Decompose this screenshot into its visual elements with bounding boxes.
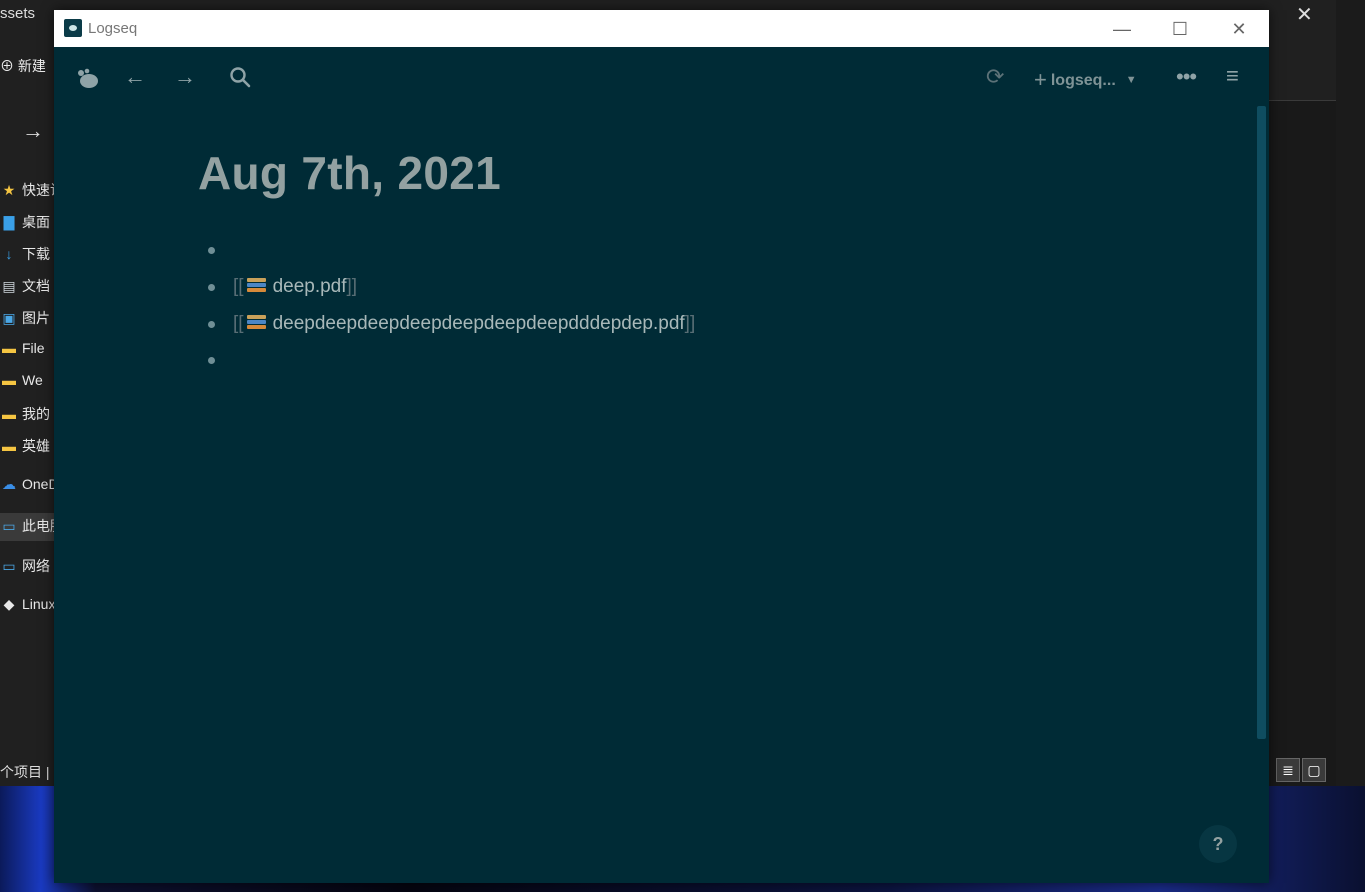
- explorer-close-icon[interactable]: ✕: [1296, 2, 1313, 27]
- nav-item-label: File: [22, 340, 45, 356]
- block-bullet[interactable]: [208, 357, 215, 364]
- nav-item[interactable]: ▣ 图片: [0, 308, 50, 328]
- plus-icon: +: [1034, 67, 1047, 92]
- page-title[interactable]: Aug 7th, 2021: [198, 146, 501, 200]
- nav-item-label: 图片: [22, 310, 50, 326]
- details-view-icon[interactable]: ≣: [1276, 758, 1300, 782]
- logseq-logo-icon[interactable]: [75, 66, 101, 96]
- window-titlebar: Logseq — ☐ ✕: [54, 10, 1269, 47]
- scrollbar[interactable]: [1257, 106, 1266, 739]
- nav-item-icon: ▭: [2, 518, 16, 534]
- nav-item-icon: ▭: [2, 558, 16, 574]
- close-icon[interactable]: ✕: [1216, 16, 1262, 42]
- nav-item[interactable]: ▬ 我的: [0, 404, 50, 424]
- logseq-window: Logseq — ☐ ✕ ← → ⟳ + logseq... ▼ ••• ≡ Aug…: [54, 10, 1269, 883]
- tiles-view-icon[interactable]: ▢: [1302, 758, 1326, 782]
- link-open-bracket: [[: [233, 276, 244, 297]
- new-button-label: 新建: [17, 58, 46, 74]
- nav-item-icon: ▣: [2, 310, 16, 326]
- window-title: Logseq: [88, 20, 138, 37]
- explorer-title: ssets: [0, 5, 36, 22]
- nav-item-icon: ▤: [2, 278, 16, 294]
- block-bullet[interactable]: [208, 247, 215, 254]
- books-icon: [246, 314, 266, 332]
- page-link[interactable]: deep.pdf: [273, 276, 347, 297]
- nav-item[interactable]: ▤ 文档: [0, 276, 50, 296]
- block-bullet[interactable]: [208, 284, 215, 291]
- nav-item-icon: ▇: [3, 214, 15, 230]
- status-bar: 个项目 |: [0, 764, 50, 780]
- nav-item-icon: ☁: [2, 476, 16, 492]
- forward-arrow-icon[interactable]: →: [22, 118, 44, 144]
- nav-item-label: 桌面: [22, 214, 50, 230]
- nav-item-icon: ▬: [2, 340, 16, 356]
- nav-item-icon: ▬: [2, 438, 16, 454]
- nav-item-label: 网络: [22, 558, 50, 574]
- minimize-icon[interactable]: —: [1099, 16, 1145, 42]
- nav-item[interactable]: ☁ OneD: [0, 476, 59, 493]
- maximize-icon[interactable]: ☐: [1157, 16, 1203, 42]
- nav-item-icon: ▬: [2, 406, 16, 422]
- nav-item[interactable]: ▬ We: [0, 372, 43, 388]
- link-close-bracket: ]]: [346, 276, 358, 297]
- plus-circle-icon: ⊕: [0, 58, 14, 74]
- new-button[interactable]: ⊕ 新建: [0, 56, 46, 76]
- logseq-app-icon: [64, 19, 82, 37]
- nav-item[interactable]: ↓ 下载: [0, 244, 51, 264]
- nav-item-label: Linux: [22, 596, 56, 612]
- menu-icon[interactable]: ≡: [1226, 65, 1239, 87]
- nav-item-label: 英雄: [22, 438, 50, 454]
- nav-item-icon: ★: [2, 182, 16, 198]
- nav-item-icon: ↓: [5, 246, 13, 262]
- books-icon: [246, 277, 266, 295]
- link-close-bracket: ]]: [684, 313, 696, 334]
- more-icon[interactable]: •••: [1176, 66, 1197, 88]
- explorer-content-pane: [1268, 100, 1336, 787]
- page-link[interactable]: deepdeepdeepdeepdeepdeepdeepdddepdep.pdf: [273, 313, 685, 334]
- nav-item-icon: ◆: [3, 596, 15, 612]
- back-arrow-icon[interactable]: ←: [124, 66, 146, 88]
- nav-item[interactable]: ▬ 英雄: [0, 436, 50, 456]
- nav-item[interactable]: ▭ 网络: [0, 556, 50, 576]
- help-button[interactable]: ?: [1199, 825, 1237, 863]
- nav-item-label: 下载: [22, 246, 50, 262]
- nav-item[interactable]: ◆ Linux: [0, 596, 56, 613]
- search-icon[interactable]: [229, 66, 251, 92]
- sync-icon[interactable]: ⟳: [986, 66, 1004, 88]
- repo-selector[interactable]: + logseq... ▼: [1034, 67, 1137, 93]
- link-open-bracket: [[: [233, 313, 244, 334]
- nav-item-label: 我的: [22, 406, 50, 422]
- view-toggle: ≣ ▢: [1276, 758, 1328, 782]
- nav-item-icon: ▬: [2, 372, 16, 388]
- repo-name: logseq...: [1050, 72, 1116, 89]
- nav-item-label: 文档: [22, 278, 50, 294]
- nav-item[interactable]: ▇ 桌面: [0, 212, 50, 232]
- block-bullet[interactable]: [208, 321, 215, 328]
- nav-item[interactable]: ▬ File: [0, 340, 45, 356]
- chevron-down-icon: ▼: [1125, 74, 1137, 86]
- nav-item-label: We: [22, 372, 43, 388]
- forward-arrow-icon[interactable]: →: [174, 66, 196, 88]
